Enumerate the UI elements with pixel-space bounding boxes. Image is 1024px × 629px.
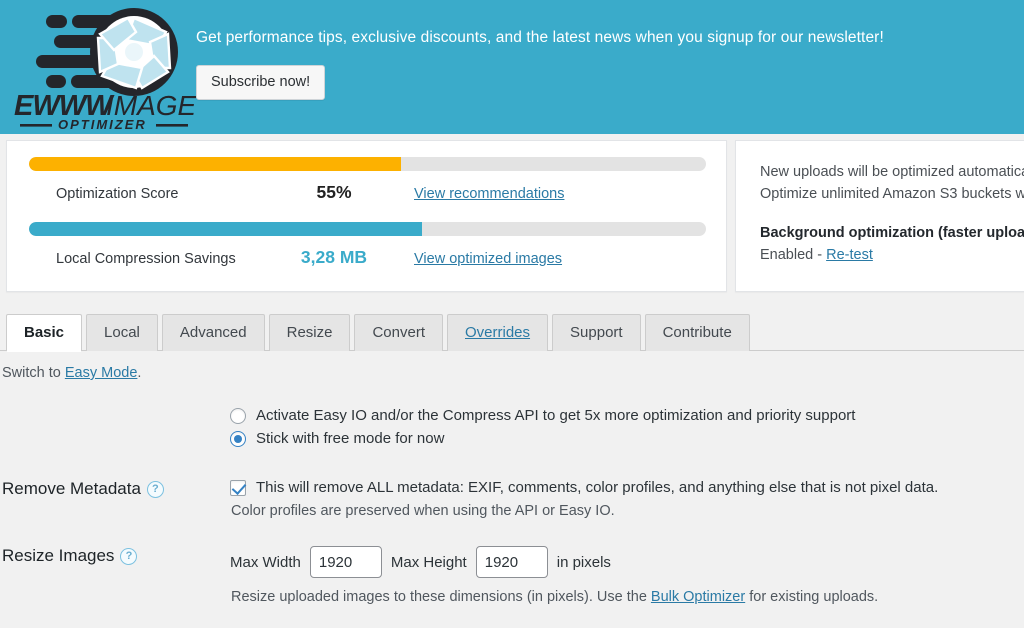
stats-strip: Optimization Score 55% View recommendati… [0,134,1024,297]
tab-label: Advanced [180,324,247,341]
max-height-label: Max Height [391,554,467,571]
resize-images-note: Resize uploaded images to these dimensio… [230,589,1024,605]
tab-overrides[interactable]: Overrides [447,314,548,351]
tab-support[interactable]: Support [552,314,641,351]
tab-label: Overrides [465,324,530,341]
switch-mode-suffix: . [137,365,141,381]
tab-basic[interactable]: Basic [6,314,82,351]
tab-local[interactable]: Local [86,314,158,351]
max-width-label: Max Width [230,554,301,571]
resize-images-label-cell: Resize Images ? [0,546,230,566]
logo-tagline: OPTIMIZER [58,117,147,130]
radio-api-label: Activate Easy IO and/or the Compress API… [256,407,855,424]
compression-savings-row: Local Compression Savings 3,28 MB View o… [29,247,704,273]
switch-mode-line: Switch to Easy Mode. [0,351,1024,381]
basic-settings-form: Switch to Easy Mode. Activate Easy IO an… [0,350,1024,628]
radio-option-free[interactable]: Stick with free mode for now [230,430,1024,447]
remove-metadata-checkbox-line[interactable]: This will remove ALL metadata: EXIF, com… [230,479,1024,496]
tab-contribute[interactable]: Contribute [645,314,750,351]
remove-metadata-label-cell: Remove Metadata ? [0,479,230,499]
tab-resize[interactable]: Resize [269,314,351,351]
resize-units-label: in pixels [557,554,611,571]
background-optimization-status: Enabled - Re-test [760,244,1024,266]
max-height-input[interactable] [476,546,548,578]
background-optimization-heading: Background optimization (faster uploads)… [760,222,1024,244]
radio-free-input[interactable] [230,431,246,447]
view-recommendations-link[interactable]: View recommendations [414,186,564,202]
max-width-input[interactable] [310,546,382,578]
optimization-score-label: Optimization Score [29,186,254,202]
s3-buckets-note: Optimize unlimited Amazon S3 buckets wit… [760,183,1024,205]
tab-label: Support [570,324,623,341]
tab-label: Contribute [663,324,732,341]
resize-note-suffix: for existing uploads. [745,589,878,605]
resize-images-help-icon[interactable]: ? [120,548,137,565]
resize-dimensions-fields: Max Width Max Height in pixels [230,546,1024,578]
tab-label: Basic [24,324,64,341]
remove-metadata-checkbox[interactable] [230,480,246,496]
new-uploads-note: New uploads will be optimized automatica… [760,161,1024,183]
easy-mode-link[interactable]: Easy Mode [65,365,138,381]
ewww-logo: EWWW IMAGE OPTIMIZER [0,0,196,134]
tab-convert[interactable]: Convert [354,314,443,351]
newsletter-promo-text: Get performance tips, exclusive discount… [196,29,1024,48]
resize-images-row: Resize Images ? Max Width Max Height in … [0,546,1024,605]
resize-note-prefix: Resize uploaded images to these dimensio… [231,589,651,605]
compression-savings-value: 3,28 MB [254,247,414,268]
settings-tabs-zone: Basic Local Advanced Resize Convert Overrides… [0,297,1024,351]
subscribe-now-button[interactable]: Subscribe now! [196,65,325,100]
remove-metadata-label: Remove Metadata [2,479,141,499]
radio-api-input[interactable] [230,408,246,424]
optimization-score-bar-fill [29,157,401,171]
compression-savings-label: Local Compression Savings [29,251,254,267]
view-optimized-images-link[interactable]: View optimized images [414,251,562,267]
bulk-optimizer-link[interactable]: Bulk Optimizer [651,589,745,605]
compression-savings-bar-fill [29,222,422,236]
radio-option-api[interactable]: Activate Easy IO and/or the Compress API… [230,407,1024,424]
tab-label: Convert [372,324,425,341]
tab-label: Resize [287,324,333,341]
resize-images-label: Resize Images [2,546,114,566]
camera-aperture-speed-logo-icon: EWWW IMAGE OPTIMIZER [8,6,196,130]
remove-metadata-checkbox-label: This will remove ALL metadata: EXIF, com… [256,479,938,496]
optimization-score-value: 55% [254,182,414,203]
remove-metadata-note: Color profiles are preserved when using … [230,503,1024,519]
settings-tabs: Basic Local Advanced Resize Convert Overrides… [6,307,1024,351]
radio-free-label: Stick with free mode for now [256,430,444,447]
tab-advanced[interactable]: Advanced [162,314,265,351]
remove-metadata-row: Remove Metadata ? This will remove ALL m… [0,479,1024,519]
mode-options-row: Activate Easy IO and/or the Compress API… [0,407,1024,453]
background-status-text: Enabled - [760,247,826,263]
optimization-score-bar-track [29,157,706,171]
background-optimization-panel: New uploads will be optimized automatica… [735,140,1024,292]
optimization-score-row: Optimization Score 55% View recommendati… [29,182,704,208]
compression-savings-bar-track [29,222,706,236]
optimization-stats-panel: Optimization Score 55% View recommendati… [6,140,727,292]
remove-metadata-help-icon[interactable]: ? [147,481,164,498]
newsletter-banner: EWWW IMAGE OPTIMIZER Get performance tip… [0,0,1024,134]
switch-mode-prefix: Switch to [2,365,65,381]
tab-label: Local [104,324,140,341]
re-test-link[interactable]: Re-test [826,247,873,263]
